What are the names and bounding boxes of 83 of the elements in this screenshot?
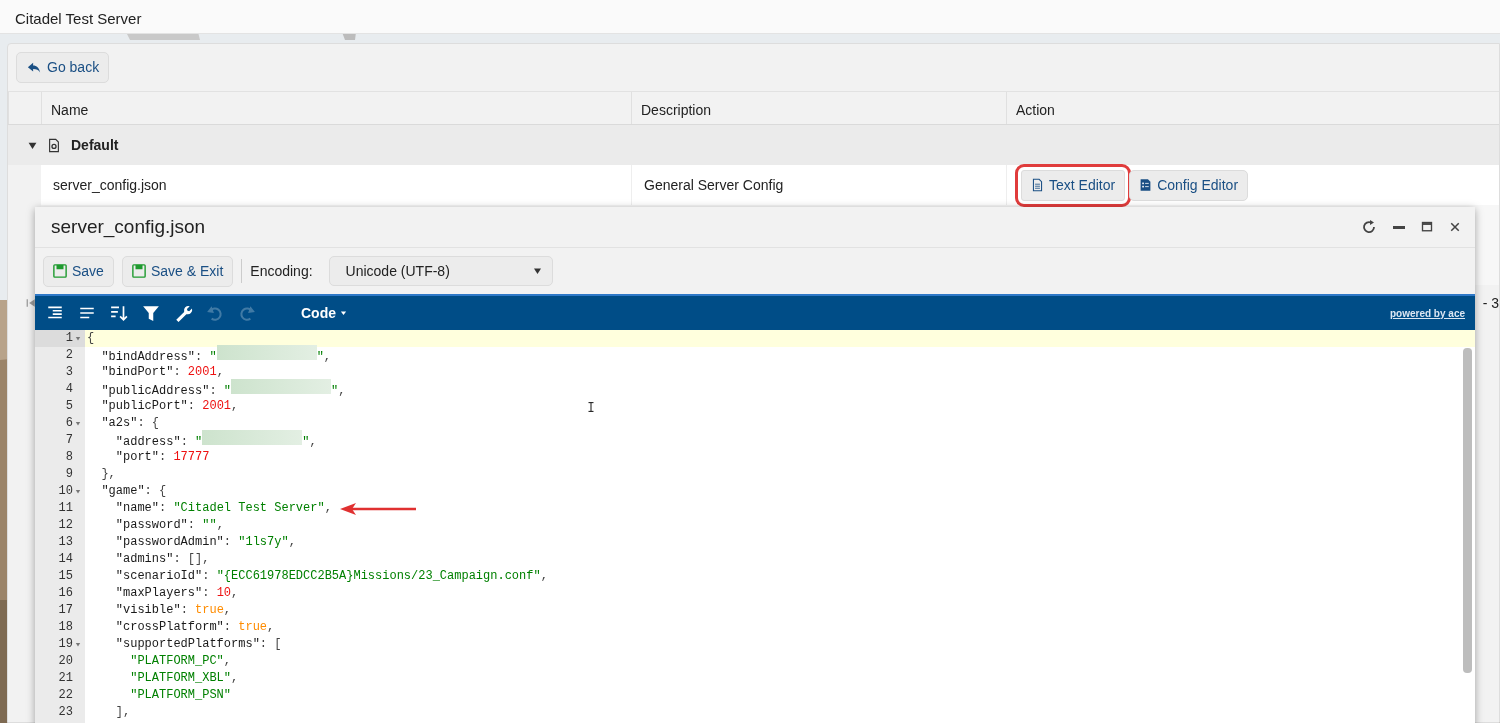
document-icon bbox=[1031, 178, 1044, 192]
code-line: "maxPlayers": 10, bbox=[114, 585, 239, 602]
code-line: "publicPort": 2001, bbox=[100, 398, 239, 415]
line-number: 21 bbox=[58, 670, 73, 687]
code-line: "crossPlatform": true, bbox=[114, 619, 275, 636]
line-number: 18 bbox=[58, 619, 73, 636]
line-number: 6 bbox=[65, 415, 73, 432]
line-number: 7 bbox=[65, 432, 73, 449]
code-line: { bbox=[87, 330, 95, 347]
save-and-exit-button[interactable]: Save & Exit bbox=[121, 255, 234, 287]
mode-dropdown[interactable]: Code bbox=[293, 298, 355, 328]
code-line: "supportedPlatforms": [ bbox=[114, 636, 282, 653]
line-number: 17 bbox=[58, 602, 73, 619]
line-number: 9 bbox=[65, 466, 73, 483]
sort-icon[interactable] bbox=[109, 304, 129, 322]
fold-icon[interactable] bbox=[74, 489, 81, 494]
text-cursor-icon bbox=[586, 399, 596, 415]
column-header: Description bbox=[631, 92, 1006, 124]
column-header: Action bbox=[1006, 92, 1499, 124]
code-line: "address": " ", bbox=[87, 430, 317, 451]
code-line: ], bbox=[114, 704, 131, 721]
code-line: "passwordAdmin": "1ls7y", bbox=[114, 534, 296, 551]
minimize-icon bbox=[1393, 225, 1405, 229]
page-title: Citadel Test Server bbox=[0, 0, 1500, 34]
line-number: 1 bbox=[65, 330, 73, 347]
group-label: Default bbox=[71, 135, 119, 155]
line-number: 13 bbox=[58, 534, 73, 551]
filter-icon[interactable] bbox=[141, 304, 161, 322]
window-title: server_config.json bbox=[51, 214, 206, 240]
line-number: 23 bbox=[58, 704, 73, 721]
close-icon bbox=[1449, 220, 1461, 234]
line-number: 12 bbox=[58, 517, 73, 534]
file-name: server_config.json bbox=[53, 175, 167, 195]
back-button[interactable]: Go back bbox=[16, 52, 110, 83]
line-number: 15 bbox=[58, 568, 73, 585]
line-number: 19 bbox=[58, 636, 73, 653]
dropdown-caret-icon bbox=[532, 267, 542, 275]
settings-file-icon bbox=[47, 137, 61, 153]
line-number: 8 bbox=[65, 449, 73, 466]
refresh-icon bbox=[1361, 219, 1377, 235]
scrollbar[interactable] bbox=[1463, 348, 1472, 673]
form-document-icon bbox=[1139, 178, 1153, 192]
code-line: "PLATFORM_PSN" bbox=[129, 687, 232, 704]
encoding-dropdown[interactable]: Unicode (UTF-8) bbox=[328, 256, 553, 286]
line-number: 16 bbox=[58, 585, 73, 602]
code-line: "scenarioId": "{ECC61978EDCC2B5A}Missions/23_Campaign.conf", bbox=[114, 568, 548, 585]
code-line: "publicAddress": " ", bbox=[87, 379, 346, 400]
code-line: "PLATFORM_XBL", bbox=[129, 670, 239, 687]
caret-icon bbox=[340, 310, 347, 316]
save-button[interactable]: Save bbox=[43, 255, 114, 287]
code-line: "a2s": { bbox=[100, 415, 160, 432]
fold-icon[interactable] bbox=[74, 336, 81, 341]
config-editor-button[interactable]: Config Editor bbox=[1129, 169, 1249, 201]
code-line: "bindAddress": " ", bbox=[87, 345, 332, 366]
code-line: "PLATFORM_PC", bbox=[129, 653, 232, 670]
line-number: 4 bbox=[65, 381, 73, 398]
reply-arrow-icon bbox=[26, 60, 42, 75]
line-number: 2 bbox=[65, 347, 73, 364]
file-description: General Server Config bbox=[644, 175, 784, 195]
code-line: "bindPort": 2001, bbox=[100, 364, 224, 381]
column-header: Name bbox=[41, 92, 631, 124]
line-number: 14 bbox=[58, 551, 73, 568]
line-number: 22 bbox=[58, 687, 73, 704]
line-number: 20 bbox=[58, 653, 73, 670]
code-line: }, bbox=[100, 466, 116, 483]
line-number: 5 bbox=[65, 398, 73, 415]
line-number: 11 bbox=[58, 500, 73, 517]
first-page-icon bbox=[26, 297, 36, 309]
line-number: 3 bbox=[65, 364, 73, 381]
expand-caret-icon[interactable] bbox=[28, 140, 37, 150]
maximize-icon bbox=[1421, 220, 1433, 234]
code-line: "password": "", bbox=[114, 517, 224, 534]
fold-icon[interactable] bbox=[74, 421, 81, 426]
line-number: 10 bbox=[58, 483, 73, 500]
code-line: "admins": [], bbox=[114, 551, 210, 568]
code-line: "visible": true, bbox=[114, 602, 232, 619]
pager-range: - 3 bbox=[1482, 293, 1499, 313]
credit-link[interactable]: powered by ace bbox=[1389, 305, 1465, 321]
code-line: "port": 17777 bbox=[114, 449, 210, 466]
encoding-label: Encoding: bbox=[250, 261, 313, 281]
code-line: "name": "Citadel Test Server", bbox=[114, 500, 332, 517]
fold-icon[interactable] bbox=[74, 642, 81, 647]
code-line: "game": { bbox=[100, 483, 167, 500]
